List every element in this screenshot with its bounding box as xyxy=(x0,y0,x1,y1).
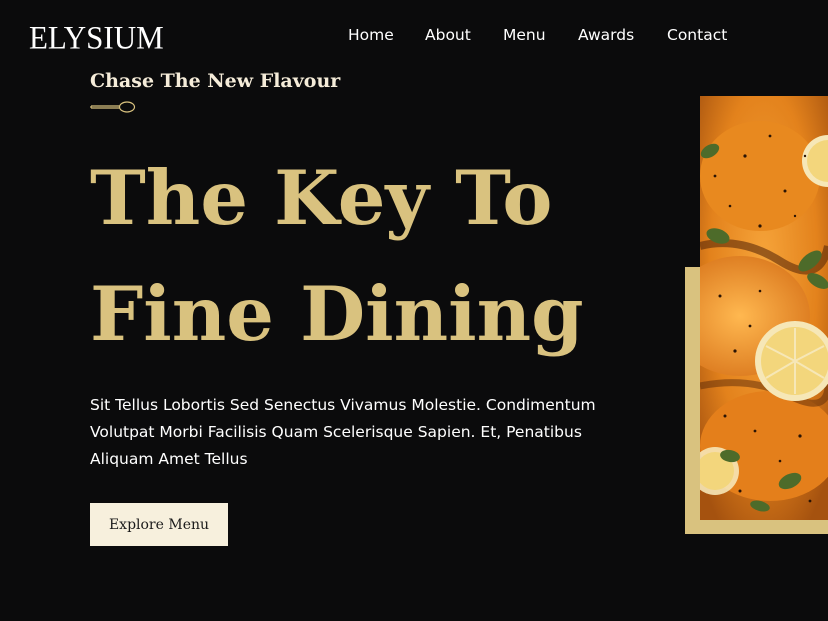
food-image xyxy=(700,96,828,520)
hero-headline: The Key To Fine Dining xyxy=(90,140,584,372)
nav-contact-link[interactable]: Contact xyxy=(667,26,727,44)
headline-line-2: Fine Dining xyxy=(90,270,584,358)
nav-home-link[interactable]: Home xyxy=(348,26,394,44)
nav-awards-link[interactable]: Awards xyxy=(578,26,634,44)
nav-about-link[interactable]: About xyxy=(425,26,471,44)
spoon-icon xyxy=(90,101,136,113)
main-nav: Home About Menu Awards Contact xyxy=(0,26,828,48)
hero-tagline: Chase The New Flavour xyxy=(90,70,341,92)
explore-menu-button[interactable]: Explore Menu xyxy=(90,503,228,546)
hero-description: Sit Tellus Lobortis Sed Senectus Vivamus… xyxy=(90,396,596,468)
headline-line-1: The Key To xyxy=(90,154,553,242)
nav-menu-link[interactable]: Menu xyxy=(503,26,546,44)
